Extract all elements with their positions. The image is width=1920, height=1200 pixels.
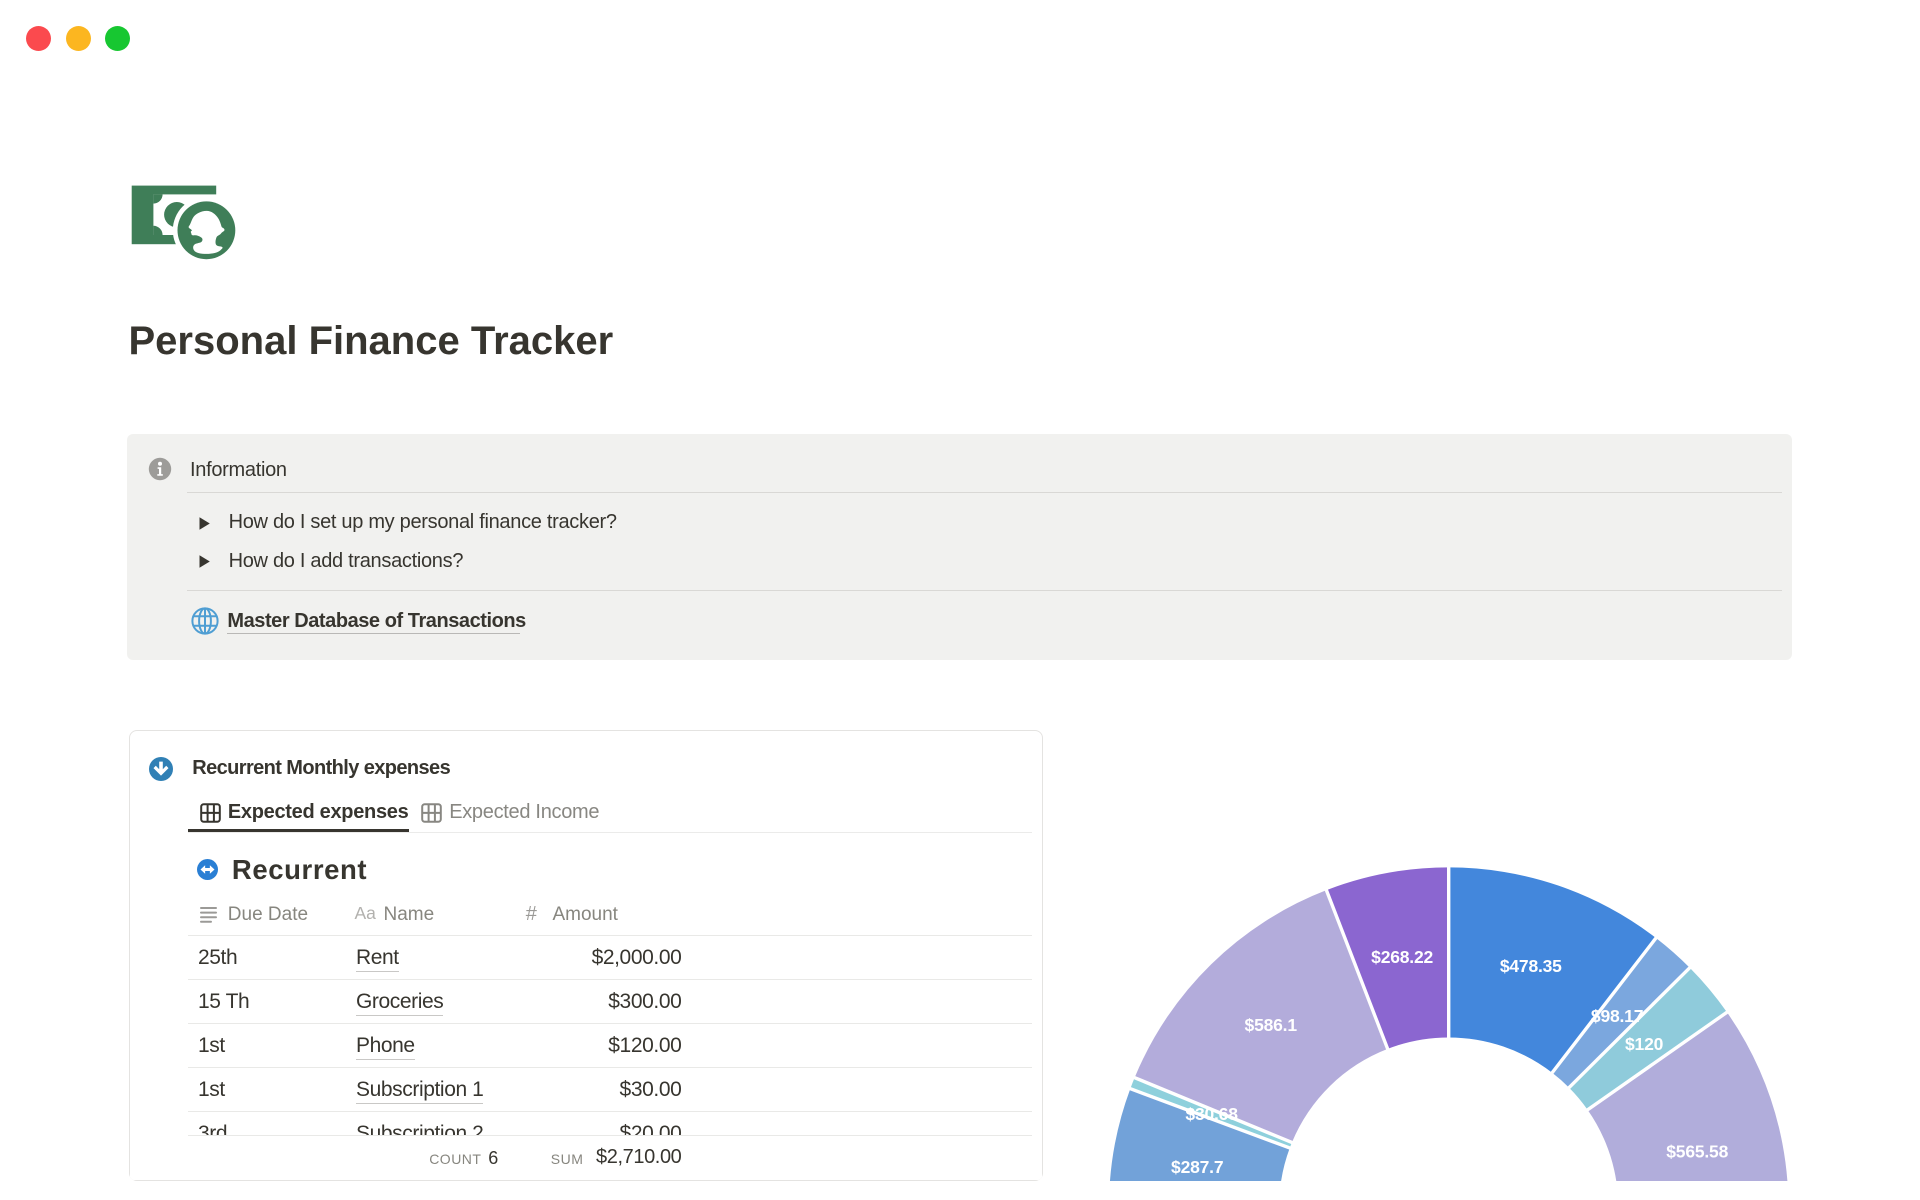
svg-text:$30.68: $30.68	[1185, 1104, 1238, 1124]
svg-text:$565.58: $565.58	[1666, 1141, 1728, 1161]
svg-text:$98.17: $98.17	[1591, 1006, 1643, 1026]
svg-text:$586.1: $586.1	[1245, 1015, 1298, 1035]
svg-text:$120: $120	[1625, 1034, 1664, 1054]
svg-text:$478.35: $478.35	[1500, 956, 1562, 976]
svg-text:$287.7: $287.7	[1171, 1157, 1223, 1177]
svg-text:$268.22: $268.22	[1371, 947, 1433, 967]
